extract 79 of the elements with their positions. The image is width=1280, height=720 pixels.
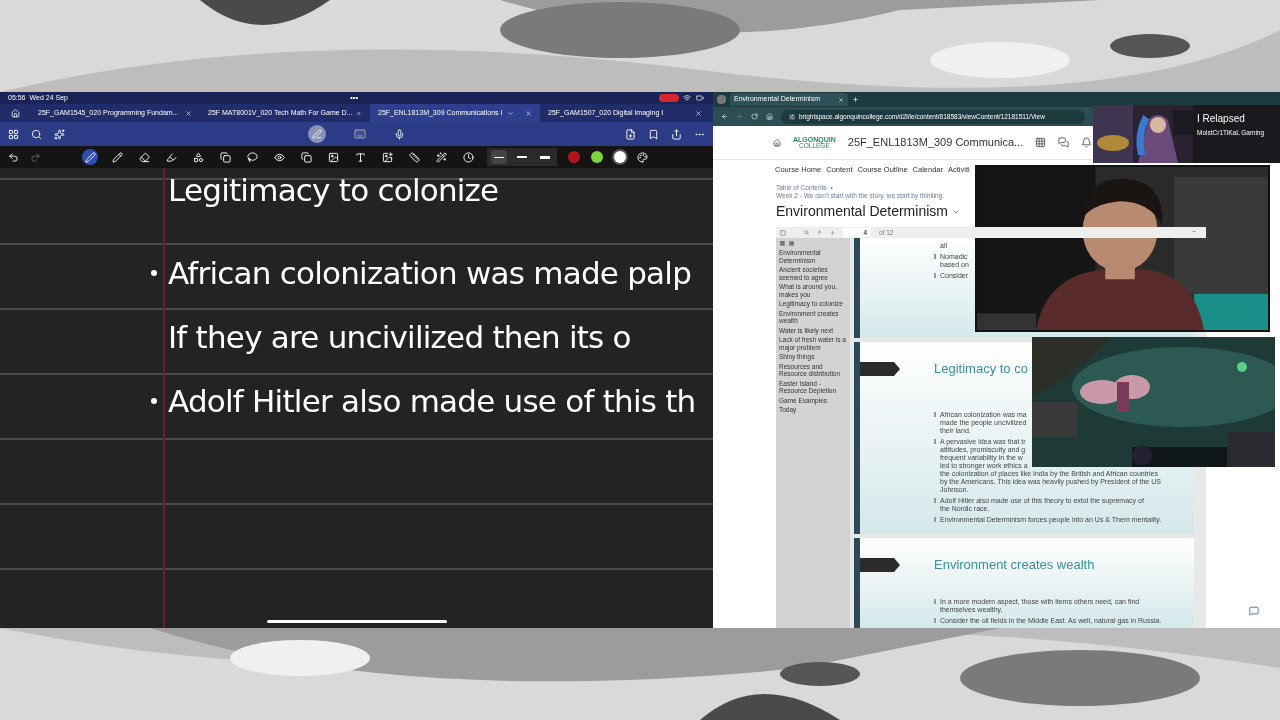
- pen-icon: [84, 151, 96, 163]
- pencil-icon: [111, 151, 123, 163]
- undo-icon[interactable]: [8, 151, 19, 163]
- app-icon[interactable]: [717, 95, 726, 104]
- back-icon[interactable]: [721, 113, 728, 120]
- bullet-mark: [934, 273, 936, 278]
- chevron-icon: [506, 109, 514, 117]
- messages-icon[interactable]: [1058, 137, 1070, 148]
- handwritten-heading: Legitimacy to colonize: [168, 171, 500, 210]
- chat-icon[interactable]: [1249, 606, 1259, 616]
- tool-button[interactable]: [460, 149, 476, 165]
- stroke-width-button[interactable]: [491, 150, 507, 164]
- bullet-mark: [934, 254, 936, 259]
- keyboard-icon[interactable]: [354, 128, 366, 140]
- grid-icon[interactable]: [8, 128, 19, 140]
- handwritten-line: If they are uncivilized then its o: [168, 317, 631, 357]
- page-title: Environmental Determinism: [776, 202, 948, 221]
- course-title[interactable]: 25F_ENL1813M_309 Communica...: [847, 134, 1024, 151]
- tool-button[interactable]: [433, 149, 449, 165]
- wand-icon: [435, 151, 447, 163]
- handwritten-line: African colonization was made palp: [168, 253, 692, 293]
- record-indicator: [659, 94, 679, 102]
- shapes-icon: [192, 151, 204, 163]
- sparkle-icon[interactable]: [54, 128, 65, 140]
- close-icon[interactable]: [695, 109, 702, 117]
- outline-icon[interactable]: [789, 240, 794, 246]
- clock-icon: [462, 151, 474, 163]
- close-icon[interactable]: [525, 109, 532, 117]
- color-swatch[interactable]: [568, 151, 580, 163]
- color-swatch[interactable]: [591, 151, 603, 163]
- bullet-mark: [934, 412, 936, 417]
- eye-icon: [273, 151, 285, 163]
- new-tab-icon[interactable]: [852, 96, 859, 103]
- tool-button[interactable]: [109, 149, 125, 165]
- multitask-dots[interactable]: •••: [350, 94, 359, 102]
- add-page-icon[interactable]: [625, 128, 636, 140]
- battery-icon: [695, 94, 705, 102]
- lasso-icon: [246, 151, 258, 163]
- bullet-mark: [934, 618, 936, 623]
- tool-button[interactable]: [217, 149, 233, 165]
- color-picker-icon[interactable]: [637, 151, 648, 163]
- tool-button[interactable]: [406, 149, 422, 165]
- close-icon[interactable]: [356, 109, 362, 117]
- notification-icon[interactable]: [1081, 137, 1093, 148]
- bullet-mark: [934, 517, 936, 522]
- sidebar-toggle-icon[interactable]: [780, 229, 786, 236]
- color-swatch[interactable]: [614, 151, 626, 163]
- close-icon[interactable]: [185, 109, 192, 117]
- close-icon[interactable]: [838, 96, 844, 103]
- add-image-icon: [381, 151, 393, 163]
- ruler-icon: [408, 151, 420, 163]
- reload-icon[interactable]: [751, 113, 758, 120]
- share-icon[interactable]: [671, 128, 682, 140]
- apps-icon[interactable]: [1035, 137, 1047, 148]
- bullet-mark: [934, 599, 936, 604]
- text-box-icon: [354, 151, 366, 163]
- bullet-mark: [934, 439, 936, 444]
- tool-button[interactable]: [298, 149, 314, 165]
- microphone-icon[interactable]: [394, 128, 405, 140]
- slide-title: Legitimacy to co: [934, 360, 1028, 379]
- pen-mode-button[interactable]: [308, 125, 326, 143]
- bullet-mark: [934, 498, 936, 503]
- pen-icon: [312, 129, 322, 139]
- slide-title: Environment creates wealth: [934, 556, 1095, 575]
- redo-icon[interactable]: [30, 151, 41, 163]
- tool-button[interactable]: [244, 149, 260, 165]
- wifi-icon: [683, 94, 691, 102]
- image-icon: [327, 151, 339, 163]
- copy-icon: [219, 151, 231, 163]
- stream-title: I Relapsed: [1197, 112, 1246, 126]
- site-settings-icon[interactable]: [789, 113, 795, 120]
- bookmark-icon[interactable]: [648, 128, 659, 140]
- thumbnails-icon[interactable]: [780, 240, 785, 246]
- handwritten-line: Adolf Hitler also made use of this th: [168, 381, 696, 421]
- highlighter-icon: [165, 151, 177, 163]
- search-icon[interactable]: [31, 128, 42, 140]
- eraser-icon: [138, 151, 150, 163]
- tool-button[interactable]: [82, 149, 98, 165]
- copy-icon: [300, 151, 312, 163]
